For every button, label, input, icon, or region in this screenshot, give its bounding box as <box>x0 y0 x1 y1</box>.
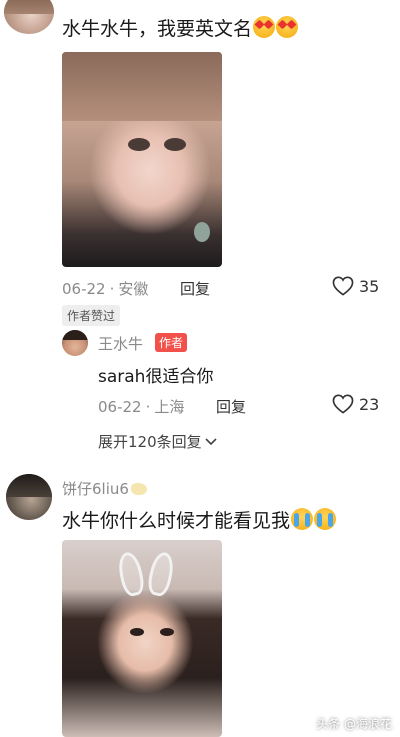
comment-date: 06-22 <box>62 280 106 298</box>
comment-body: 水牛你什么时候才能看见我 <box>62 510 291 532</box>
chevron-down-icon <box>205 437 217 445</box>
heart-eyes-emoji-icon <box>276 16 299 38</box>
commenter-avatar[interactable] <box>6 474 52 520</box>
comment-location: 安徽 <box>118 280 149 298</box>
reply-location: 上海 <box>154 398 185 416</box>
like-count: 23 <box>359 394 380 414</box>
like-button[interactable]: 35 <box>332 276 379 296</box>
author-liked-badge: 作者赞过 <box>62 305 121 326</box>
comment-meta: 06-22 · 安徽 <box>62 280 149 298</box>
expand-replies-label: 展开120条回复 <box>98 433 202 451</box>
crying-emoji-icon <box>291 508 314 530</box>
crying-emoji-icon <box>314 508 337 530</box>
heart-eyes-emoji-icon <box>253 16 276 38</box>
commenter-username[interactable]: 饼仔6liu6 <box>62 478 147 499</box>
heart-outline-icon <box>332 276 354 296</box>
reply-meta: 06-22 · 上海 <box>98 398 185 416</box>
commenter-avatar[interactable] <box>4 0 54 34</box>
comment-image[interactable] <box>62 52 222 267</box>
comment-text: 水牛水牛，我要英文名 <box>62 14 299 41</box>
heart-outline-icon <box>332 394 354 414</box>
like-count: 35 <box>359 276 380 296</box>
reply-date: 06-22 <box>98 398 142 416</box>
like-button[interactable]: 23 <box>332 394 379 414</box>
reply-avatar[interactable] <box>62 330 88 356</box>
watermark: 头条 @海浪花 <box>316 717 392 731</box>
commenter-username-text: 饼仔6liu6 <box>62 480 129 498</box>
reply-text: sarah很适合你 <box>98 367 214 387</box>
reply-username[interactable]: 王水牛 <box>98 333 143 354</box>
comment-body: 水牛水牛，我要英文名 <box>62 18 253 40</box>
expand-replies-button[interactable]: 展开120条回复 <box>98 431 217 452</box>
comment-text: 水牛你什么时候才能看见我 <box>62 506 337 533</box>
reply-button[interactable]: 回复 <box>180 278 210 299</box>
hand-emoji-icon <box>130 483 147 495</box>
author-badge: 作者 <box>155 333 188 352</box>
reply-button[interactable]: 回复 <box>216 396 246 417</box>
comment-image[interactable] <box>62 540 222 737</box>
